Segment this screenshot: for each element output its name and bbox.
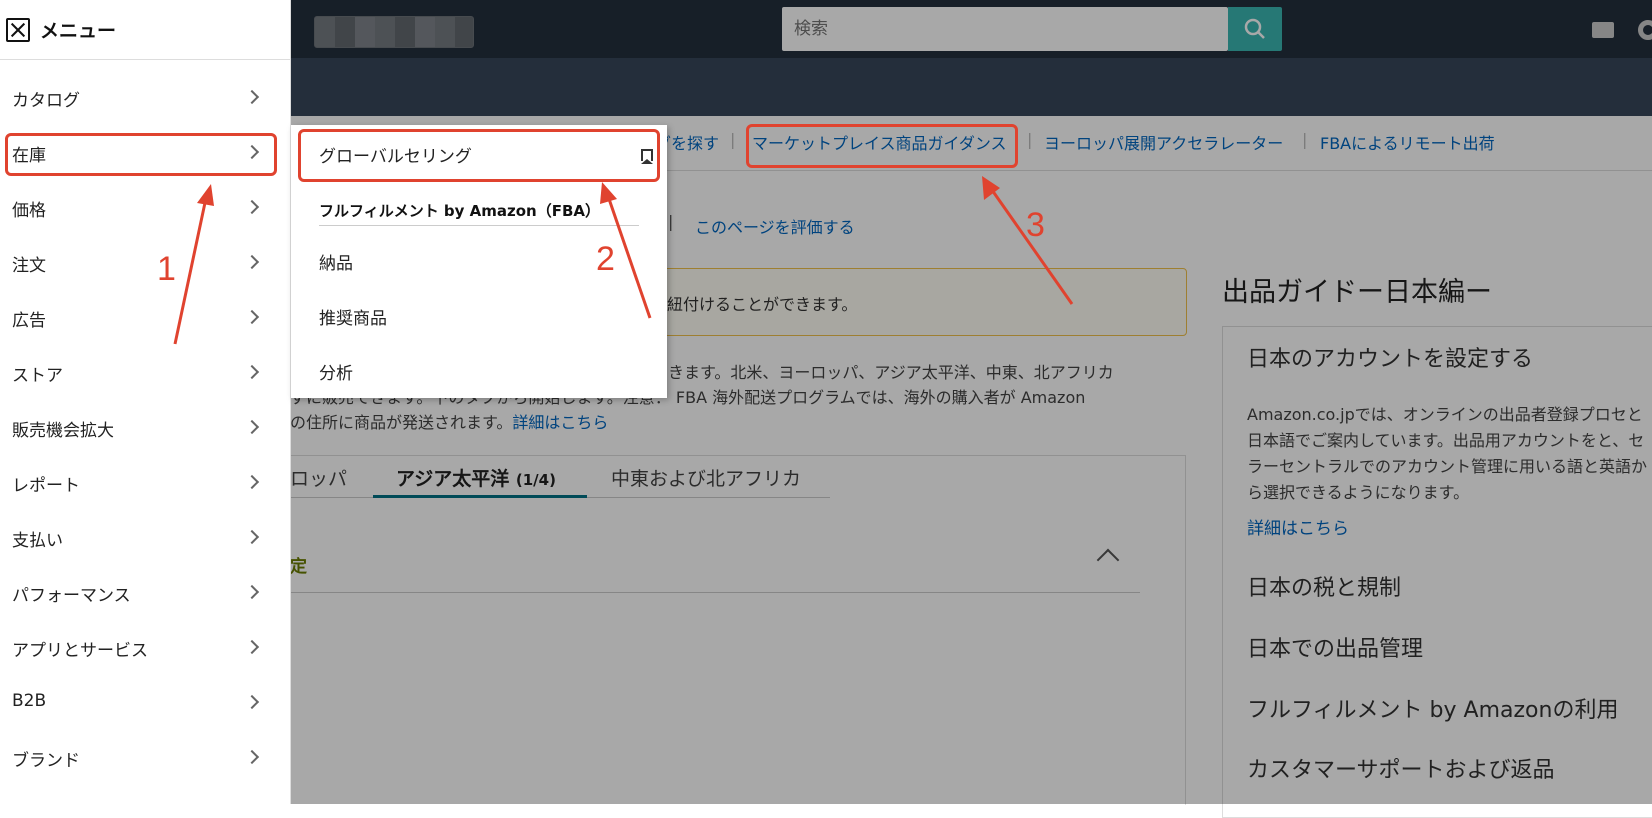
step-number-3: 3 xyxy=(1026,206,1045,244)
step-number-2: 2 xyxy=(596,240,615,278)
step-number-1: 1 xyxy=(157,250,176,288)
annotation-arrows xyxy=(173,176,1074,345)
